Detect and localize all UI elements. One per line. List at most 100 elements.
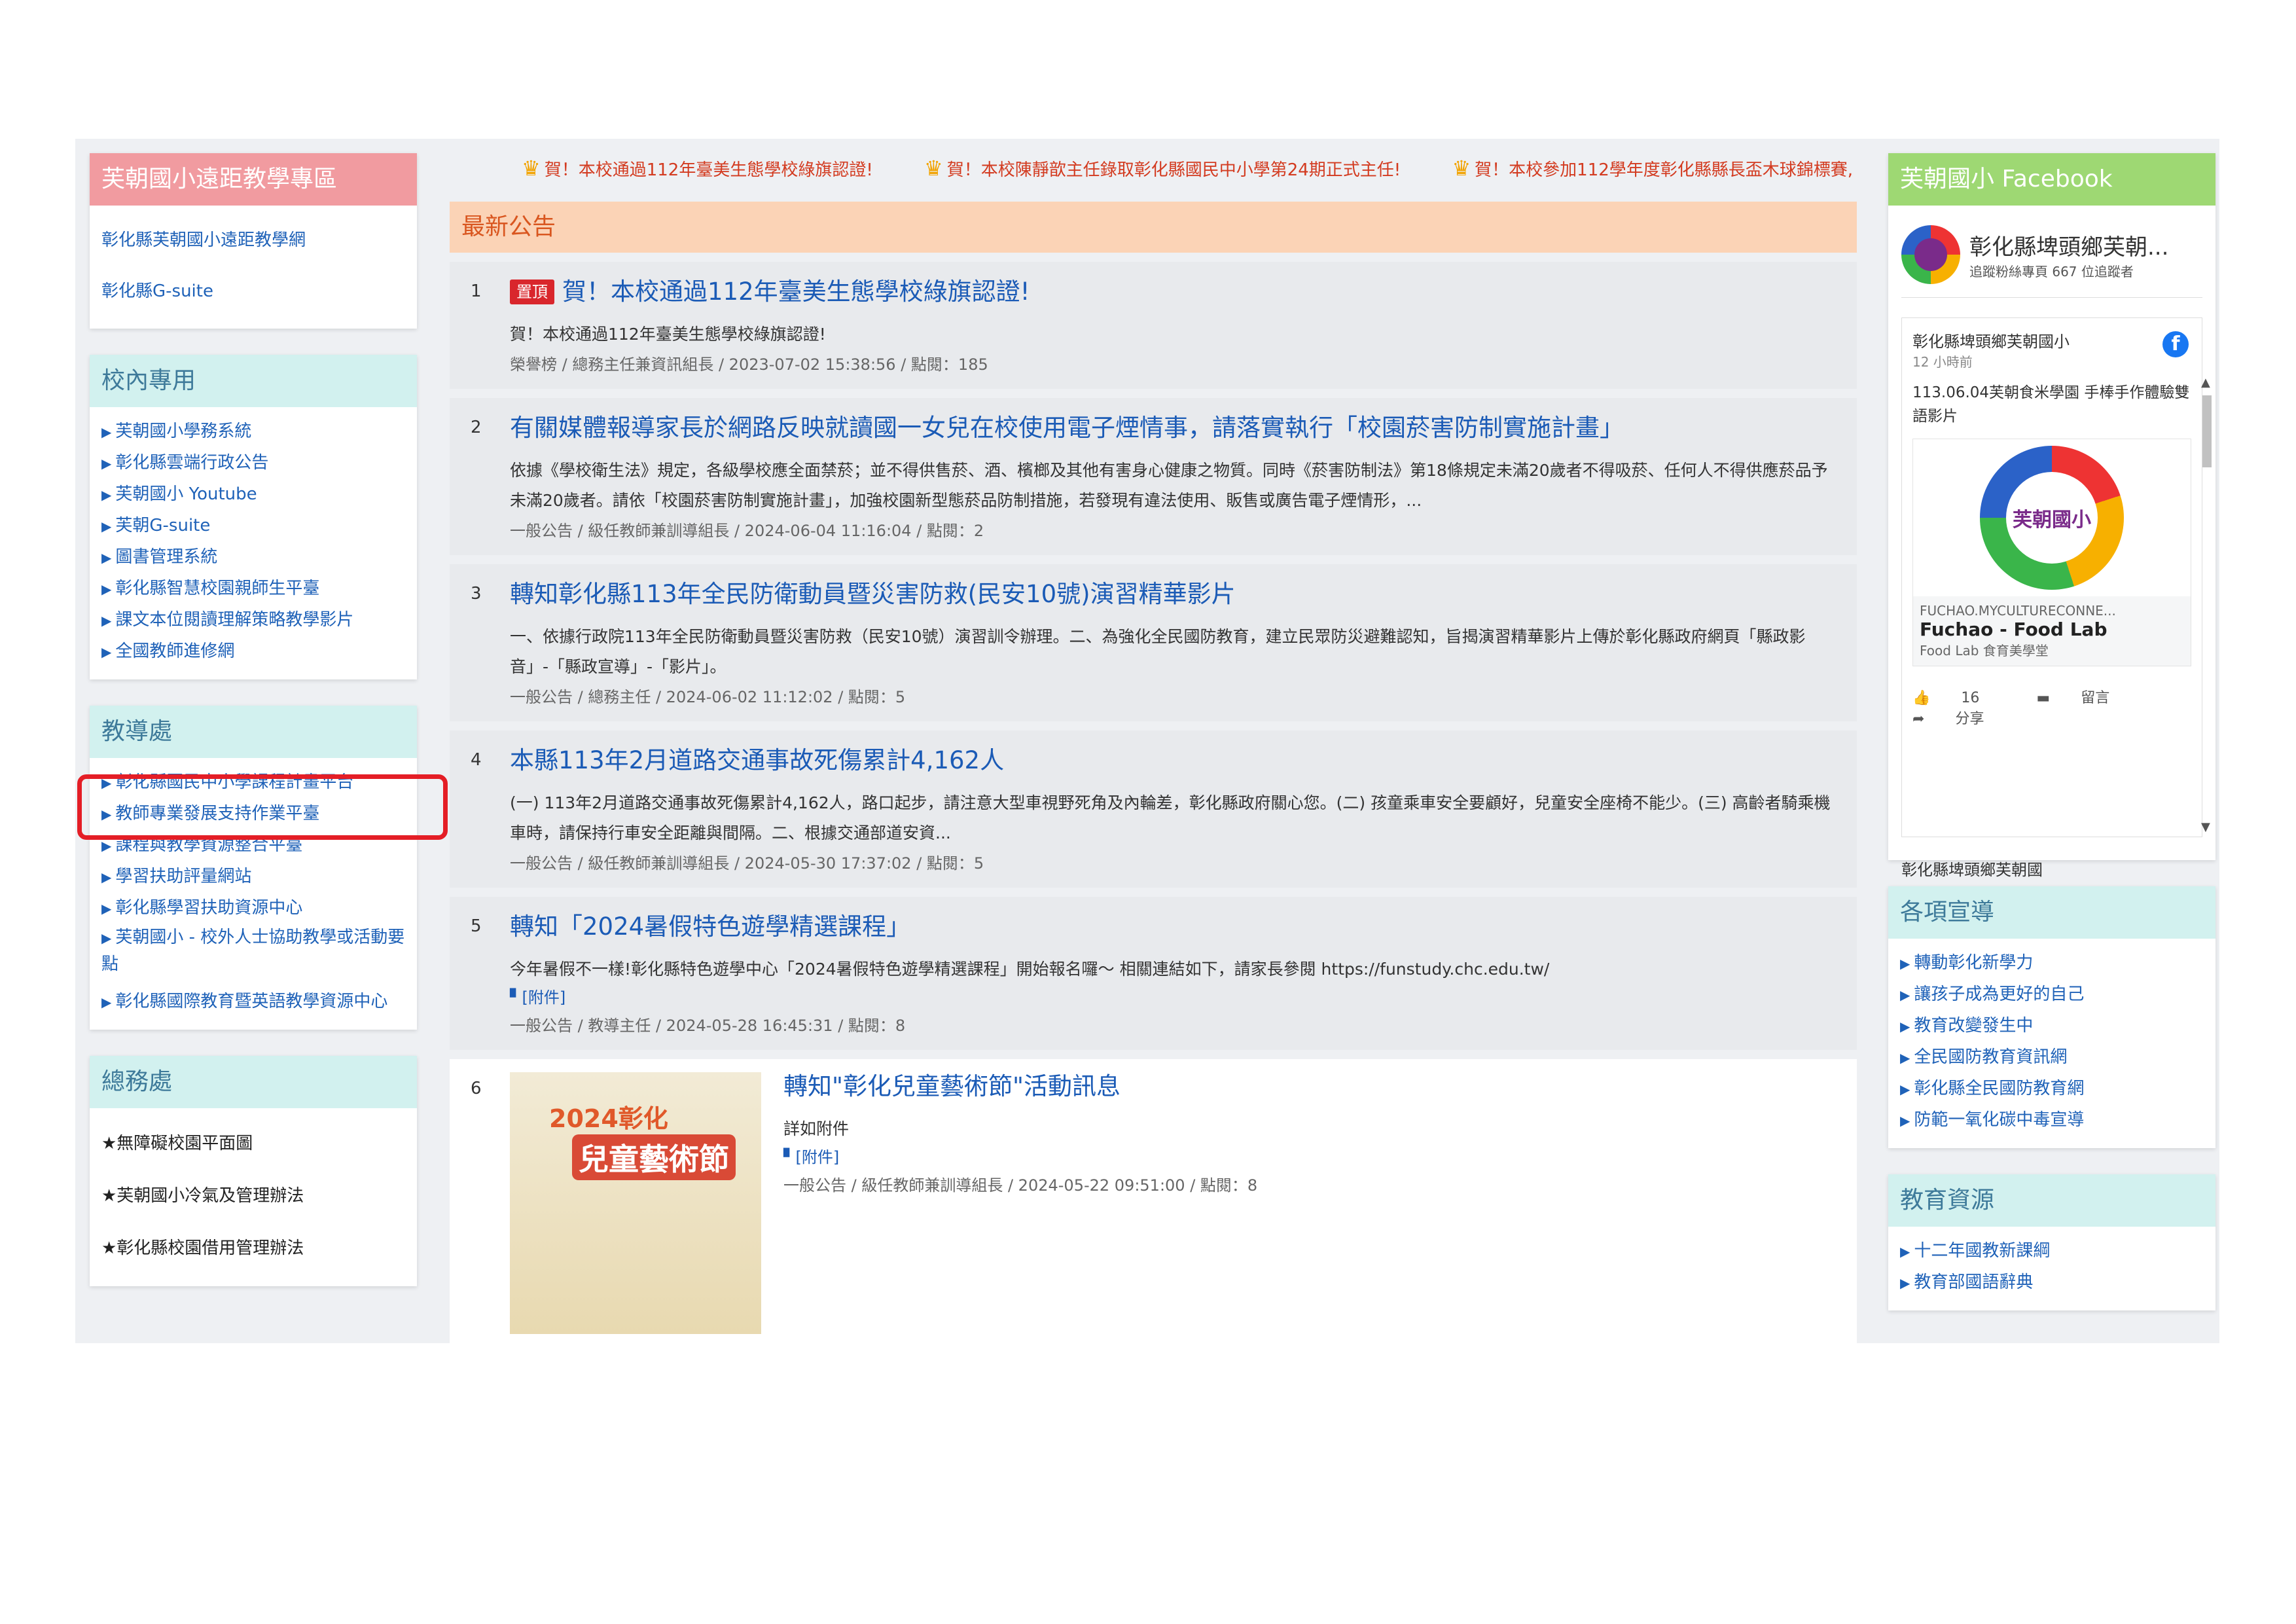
poster-year-text: 2024彰化 bbox=[549, 1104, 668, 1133]
internal-use-box: 校內專用 ▶ 芙朝國小學務系統 ▶ 彰化縣雲端行政公告 ▶ 芙朝國小 Youtube … bbox=[90, 355, 417, 679]
scroll-up-icon[interactable]: ▲ bbox=[2201, 376, 2210, 389]
news-summary: 詳如附件 bbox=[783, 1119, 850, 1138]
internal-link[interactable]: ▶ 圖書管理系統 bbox=[101, 542, 405, 573]
link-gsuite-county[interactable]: 彰化縣G-suite bbox=[101, 266, 405, 317]
highlight-box bbox=[77, 774, 448, 840]
advocacy-title: 各項宣導 bbox=[1888, 886, 2215, 939]
triangle-right-icon: ▶ bbox=[101, 930, 112, 946]
news-number: 5 bbox=[471, 916, 482, 936]
advocacy-link[interactable]: ▶ 讓孩子成為更好的自己 bbox=[1900, 979, 2204, 1011]
marquee-item[interactable]: ♛ 賀！本校參加112學年度彰化縣縣長盃木球錦標賽, bbox=[1452, 156, 1853, 181]
academic-affairs-title: 教導處 bbox=[90, 706, 417, 758]
marquee-item[interactable]: ♛ 賀！本校陳靜歆主任錄取彰化縣國民中小學第24期正式主任! bbox=[924, 156, 1401, 181]
resource-link[interactable]: ▶ 教育部國語辭典 bbox=[1900, 1267, 2204, 1299]
remote-learning-title: 芙朝國小遠距教學專區 bbox=[90, 153, 417, 206]
fb-card-subtitle: Food Lab 食育美學堂 bbox=[1920, 643, 2049, 659]
remote-learning-box: 芙朝國小遠距教學專區 彰化縣芙朝國小遠距教學網 彰化縣G-suite bbox=[90, 153, 417, 329]
triangle-right-icon: ▶ bbox=[1900, 1275, 1910, 1291]
fb-follow-info[interactable]: 追蹤粉絲專頁 667 位追蹤者 bbox=[1969, 261, 2168, 280]
academic-link[interactable]: ▶ 芙朝國小 - 校外人士協助教學或活動要點 bbox=[101, 924, 405, 977]
fb-link-card[interactable]: 芙朝國小 FUCHAO.MYCULTURECONNE... Fuchao - F… bbox=[1912, 439, 2191, 666]
internal-link[interactable]: ▶ 課文本位閱讀理解策略教學影片 bbox=[101, 605, 405, 636]
news-item: 3 轉知彰化縣113年全民防衛動員暨災害防救(民安10號)演習精華影片 一、依據… bbox=[450, 564, 1857, 721]
triangle-right-icon: ▶ bbox=[101, 581, 112, 597]
general-link[interactable]: ★芙朝國小冷氣及管理辦法 bbox=[101, 1170, 405, 1222]
marquee-item[interactable]: ♛ 賀！本校通過112年臺美生態學校綠旗認證! bbox=[522, 156, 873, 181]
school-logo-icon bbox=[1901, 225, 1960, 284]
triangle-right-icon: ▶ bbox=[101, 487, 112, 503]
fb-page-name[interactable]: 彰化縣埤頭鄉芙朝... bbox=[1969, 229, 2168, 261]
internal-link[interactable]: ▶ 彰化縣智慧校園親師生平臺 bbox=[101, 573, 405, 605]
internal-link[interactable]: ▶ 芙朝G-suite bbox=[101, 511, 405, 542]
fb-post-text: 113.06.04芙朝食米學園 手棒手作體驗雙語影片 bbox=[1912, 384, 2190, 425]
scroll-thumb[interactable] bbox=[2202, 395, 2212, 467]
left-sidebar: 芙朝國小遠距教學專區 彰化縣芙朝國小遠距教學網 彰化縣G-suite 校內專用 … bbox=[90, 153, 417, 1312]
thumbs-up-icon: 👍 bbox=[1912, 690, 1931, 706]
fb-page-header[interactable]: 彰化縣埤頭鄉芙朝... 追蹤粉絲專頁 667 位追蹤者 bbox=[1901, 225, 2202, 298]
attachment-link[interactable]: ▘[附件] bbox=[510, 984, 1844, 1011]
link-remote-learning-site[interactable]: 彰化縣芙朝國小遠距教學網 bbox=[101, 215, 405, 266]
internal-link[interactable]: ▶ 芙朝國小學務系統 bbox=[101, 416, 405, 448]
news-title[interactable]: 轉知「2024暑假特色遊學精選課程」 bbox=[510, 906, 1844, 948]
news-title[interactable]: 本縣113年2月道路交通事故死傷累計4,162人 bbox=[510, 740, 1844, 782]
internal-link[interactable]: ▶ 芙朝國小 Youtube bbox=[101, 479, 405, 511]
general-link[interactable]: ★彰化縣校園借用管理辦法 bbox=[101, 1222, 405, 1274]
file-icon: ▘ bbox=[783, 1148, 796, 1166]
news-meta: 一般公告 / 級任教師兼訓導組長 / 2024-05-30 17:37:02 /… bbox=[510, 854, 984, 873]
scroll-down-icon[interactable]: ▼ bbox=[2201, 820, 2210, 834]
general-affairs-box: 總務處 ★無障礙校園平面圖 ★芙朝國小冷氣及管理辦法 ★彰化縣校園借用管理辦法 bbox=[90, 1056, 417, 1286]
main-content: ♛ 賀！本校通過112年臺美生態學校綠旗認證! ♛ 賀！本校陳靜歆主任錄取彰化縣國民… bbox=[450, 139, 1857, 1343]
internal-link[interactable]: ▶ 全國教師進修網 bbox=[101, 636, 405, 668]
advocacy-box: 各項宣導 ▶ 轉動彰化新學力 ▶ 讓孩子成為更好的自己 ▶ 教育改變發生中 ▶ 全民國防… bbox=[1888, 886, 2215, 1148]
news-title[interactable]: 置頂 賀！本校通過112年臺美生態學校綠旗認證! bbox=[510, 271, 1844, 313]
news-meta: 一般公告 / 級任教師兼訓導組長 / 2024-06-04 11:16:04 /… bbox=[510, 522, 984, 540]
fb-actions: 👍 16 ▬ 留言 ➦ 分享 bbox=[1912, 686, 2191, 728]
facebook-icon: f bbox=[2162, 331, 2189, 357]
triangle-right-icon: ▶ bbox=[101, 550, 112, 566]
academic-link[interactable]: ▶ 彰化縣學習扶助資源中心 bbox=[101, 893, 405, 924]
news-summary: (一) 113年2月道路交通事故死傷累計4,162人，路口起步，請注意大型車視野… bbox=[510, 793, 1831, 842]
fb-scrollbar[interactable]: ▲ ▼ bbox=[2201, 376, 2213, 834]
fb-post-author[interactable]: 彰化縣埤頭鄉芙朝國小 bbox=[1912, 329, 2191, 352]
news-title[interactable]: 轉知彰化縣113年全民防衛動員暨災害防救(民安10號)演習精華影片 bbox=[510, 573, 1844, 615]
internal-use-title: 校內專用 bbox=[90, 355, 417, 407]
academic-link[interactable]: ▶ 彰化縣國際教育暨英語教學資源中心 bbox=[101, 986, 405, 1018]
advocacy-link[interactable]: ▶ 全民國防教育資訊網 bbox=[1900, 1042, 2204, 1074]
like-button[interactable]: 👍 16 bbox=[1912, 690, 2005, 706]
advocacy-link[interactable]: ▶ 轉動彰化新學力 bbox=[1900, 948, 2204, 979]
news-item: 6 2024彰化 兒童藝術節 轉知"彰化兒童藝術節"活動訊息 詳如附件 ▘[附件… bbox=[450, 1059, 1857, 1343]
comment-button[interactable]: ▬ 留言 bbox=[2036, 690, 2136, 706]
triangle-right-icon: ▶ bbox=[101, 838, 112, 854]
news-body: 轉知"彰化兒童藝術節"活動訊息 詳如附件 ▘[附件] 一般公告 / 級任教師兼訓… bbox=[783, 1066, 1257, 1200]
triangle-right-icon: ▶ bbox=[1900, 1113, 1910, 1128]
resource-link[interactable]: ▶ 十二年國教新課綱 bbox=[1900, 1236, 2204, 1267]
news-item: 4 本縣113年2月道路交通事故死傷累計4,162人 (一) 113年2月道路交… bbox=[450, 731, 1857, 888]
academic-link[interactable]: ▶ 學習扶助評量網站 bbox=[101, 861, 405, 893]
academic-affairs-box: 教導處 ▶ 彰化縣國民中小學課程計畫平台 ▶ 教師專業發展支持作業平臺 ▶ 課程與教學… bbox=[90, 706, 417, 1030]
news-marquee[interactable]: ♛ 賀！本校通過112年臺美生態學校綠旗認證! ♛ 賀！本校陳靜歆主任錄取彰化縣國民… bbox=[450, 139, 1857, 198]
advocacy-link[interactable]: ▶ 彰化縣全民國防教育網 bbox=[1900, 1074, 2204, 1105]
news-item: 1 置頂 賀！本校通過112年臺美生態學校綠旗認證! 賀！本校通過112年臺美生態… bbox=[450, 262, 1857, 389]
news-title[interactable]: 有關媒體報導家長於網路反映就讀國一女兒在校使用電子煙情事，請落實執行「校園菸害防… bbox=[510, 407, 1844, 449]
general-link[interactable]: ★無障礙校園平面圖 bbox=[101, 1117, 405, 1170]
fb-post[interactable]: f 彰化縣埤頭鄉芙朝國小 12 小時前 113.06.04芙朝食米學園 手棒手作… bbox=[1901, 317, 2202, 837]
news-meta: 一般公告 / 級任教師兼訓導組長 / 2024-05-22 09:51:00 /… bbox=[783, 1176, 1258, 1195]
facebook-embed[interactable]: 彰化縣埤頭鄉芙朝... 追蹤粉絲專頁 667 位追蹤者 f 彰化縣埤頭鄉芙朝國小… bbox=[1888, 206, 2215, 879]
share-button[interactable]: ➦ 分享 bbox=[1912, 711, 2010, 727]
crown-icon: ♛ bbox=[924, 156, 943, 181]
triangle-right-icon: ▶ bbox=[101, 518, 112, 534]
facebook-title: 芙朝國小 Facebook bbox=[1888, 153, 2215, 206]
news-title[interactable]: 轉知"彰化兒童藝術節"活動訊息 bbox=[783, 1066, 1257, 1108]
crown-icon: ♛ bbox=[1452, 156, 1471, 181]
news-summary: 一、依據行政院113年全民防衛動員暨災害防救（民安10號）演習訓令辦理。二、為強… bbox=[510, 627, 1806, 676]
triangle-right-icon: ▶ bbox=[1900, 1019, 1910, 1034]
advocacy-link[interactable]: ▶ 防範一氧化碳中毒宣導 bbox=[1900, 1105, 2204, 1136]
triangle-right-icon: ▶ bbox=[1900, 1244, 1910, 1259]
internal-link[interactable]: ▶ 彰化縣雲端行政公告 bbox=[101, 448, 405, 479]
advocacy-link[interactable]: ▶ 教育改變發生中 bbox=[1900, 1011, 2204, 1042]
attachment-link[interactable]: ▘[附件] bbox=[783, 1144, 1257, 1170]
fb-next-post-author[interactable]: 彰化縣埤頭鄉芙朝國 bbox=[1901, 857, 2202, 880]
news-poster-image[interactable]: 2024彰化 兒童藝術節 bbox=[510, 1072, 761, 1334]
news-number: 6 bbox=[471, 1079, 482, 1098]
pinned-badge: 置頂 bbox=[510, 280, 554, 304]
